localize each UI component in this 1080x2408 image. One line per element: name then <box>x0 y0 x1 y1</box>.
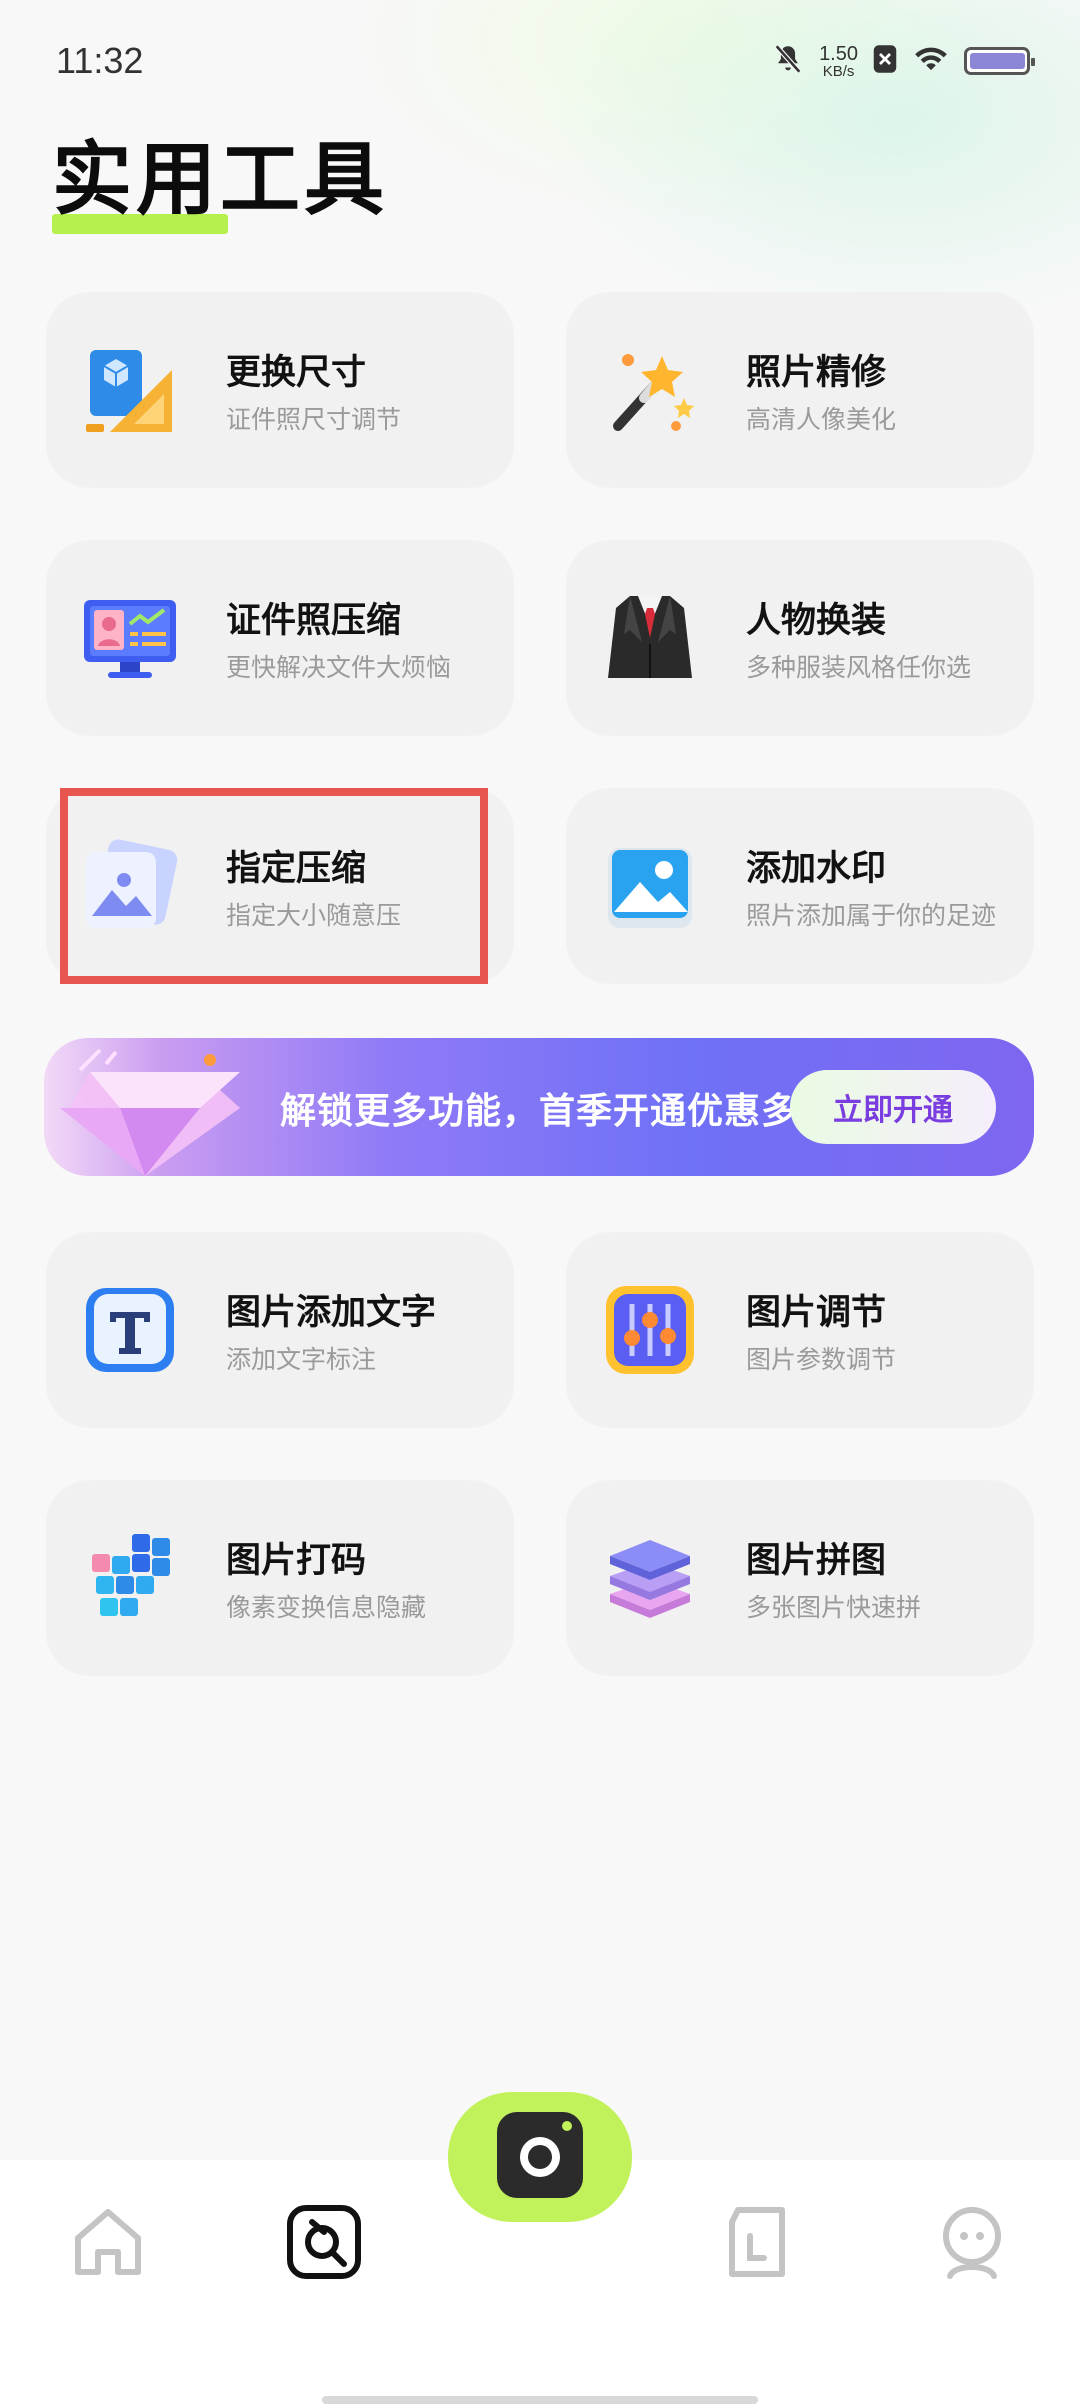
tool-name: 证件照压缩 <box>226 601 402 641</box>
tool-name: 指定压缩 <box>226 849 367 889</box>
page-title-wrap: 实用工具 <box>52 115 388 231</box>
text-t-icon <box>80 1280 180 1380</box>
magic-wand-icon <box>600 340 700 440</box>
tool-desc: 多张图片快速拼 <box>746 1593 922 1622</box>
tool-name: 人物换装 <box>746 601 887 641</box>
battery-tip <box>1031 58 1035 66</box>
wifi-icon <box>912 44 950 78</box>
home-icon[interactable] <box>68 2202 148 2282</box>
status-bar: 11:32 1.50 KB/s <box>0 0 1080 120</box>
album-icon[interactable] <box>718 2202 798 2282</box>
layers-icon <box>600 1528 700 1628</box>
tool-name: 图片拼图 <box>746 1541 887 1581</box>
tool-name: 图片添加文字 <box>226 1293 437 1333</box>
tool-name: 照片精修 <box>746 353 887 393</box>
tool-desc: 像素变换信息隐藏 <box>226 1593 427 1622</box>
resize-icon <box>80 340 180 440</box>
battery-fill <box>970 53 1025 69</box>
home-indicator <box>322 2396 758 2404</box>
unlock-now-button[interactable]: 立即开通 <box>790 1070 996 1144</box>
picture-icon <box>600 836 700 936</box>
tool-card-outfit[interactable]: 人物换装 多种服装风格任你选 <box>566 540 1034 736</box>
tool-desc: 照片添加属于你的足迹 <box>746 901 997 930</box>
tools-icon[interactable] <box>284 2202 364 2282</box>
tool-name: 更换尺寸 <box>226 353 367 393</box>
tool-card-mosaic[interactable]: 图片打码 像素变换信息隐藏 <box>46 1480 514 1676</box>
bell-muted-icon <box>771 42 805 80</box>
network-speed-value: 1.50 <box>819 42 858 65</box>
tool-card-collage[interactable]: 图片拼图 多张图片快速拼 <box>566 1480 1034 1676</box>
tool-card-resize[interactable]: 更换尺寸 证件照尺寸调节 <box>46 292 514 488</box>
camera-button[interactable] <box>448 2092 632 2222</box>
tool-name: 添加水印 <box>746 849 887 889</box>
tool-card-custom-compress[interactable]: 指定压缩 指定大小随意压 <box>46 788 514 984</box>
promo-text: 解锁更多功能，首季开通优惠多多 <box>280 1091 836 1132</box>
status-time: 11:32 <box>56 40 144 81</box>
diamond-icon <box>60 1042 260 1176</box>
tool-name: 图片调节 <box>746 1293 887 1333</box>
tool-desc: 添加文字标注 <box>226 1345 377 1374</box>
network-speed: 1.50 KB/s <box>819 44 858 79</box>
tool-name: 图片打码 <box>226 1541 367 1581</box>
pixel-cubes-icon <box>80 1528 180 1628</box>
tool-card-retouch[interactable]: 照片精修 高清人像美化 <box>566 292 1034 488</box>
battery-icon <box>964 47 1035 75</box>
tool-card-watermark[interactable]: 添加水印 照片添加属于你的足迹 <box>566 788 1034 984</box>
tool-card-adjust[interactable]: 图片调节 图片参数调节 <box>566 1232 1034 1428</box>
tool-desc: 高清人像美化 <box>746 405 897 434</box>
network-speed-unit: KB/s <box>822 62 855 80</box>
tool-desc: 更快解决文件大烦恼 <box>226 653 452 682</box>
camera-icon <box>495 2110 585 2204</box>
tool-desc: 图片参数调节 <box>746 1345 897 1374</box>
page-title: 实用工具 <box>52 133 388 226</box>
tool-desc: 证件照尺寸调节 <box>226 405 402 434</box>
status-icons: 1.50 KB/s <box>771 42 1035 80</box>
sliders-icon <box>600 1280 700 1380</box>
image-stack-icon <box>80 836 180 936</box>
profile-icon[interactable] <box>932 2202 1012 2282</box>
sim-blocked-icon <box>872 44 898 78</box>
promo-banner[interactable]: 解锁更多功能，首季开通优惠多多 立即开通 <box>44 1038 1034 1176</box>
tool-card-add-text[interactable]: 图片添加文字 添加文字标注 <box>46 1232 514 1428</box>
tool-desc: 指定大小随意压 <box>226 901 402 930</box>
tool-desc: 多种服装风格任你选 <box>746 653 972 682</box>
tool-card-id-compress[interactable]: 证件照压缩 更快解决文件大烦恼 <box>46 540 514 736</box>
monitor-id-icon <box>80 588 180 688</box>
suit-icon <box>600 588 700 688</box>
